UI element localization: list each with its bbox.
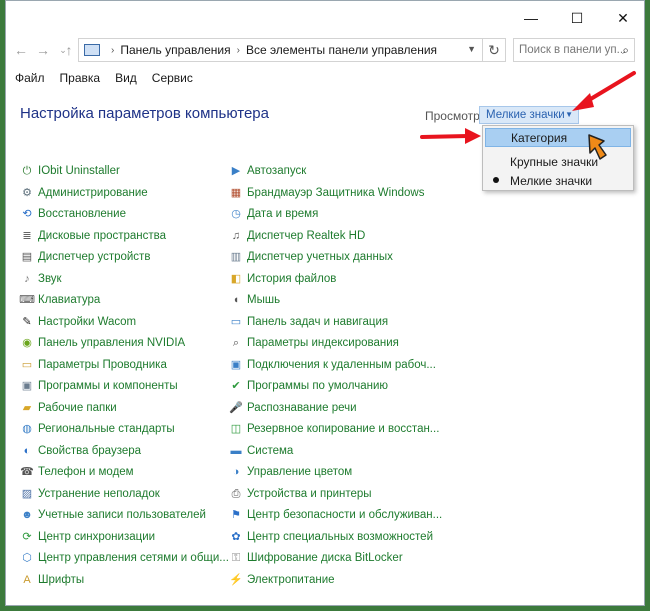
control-panel-window: — ☐ ✕ ← → ⌄ ↑ › Панель управления › Все … [5,0,645,606]
mouse-cursor-icon [588,134,607,160]
annotation-arrows [420,71,636,144]
red-arrow-to-view-select [572,71,636,111]
red-arrow-to-category [420,128,481,144]
